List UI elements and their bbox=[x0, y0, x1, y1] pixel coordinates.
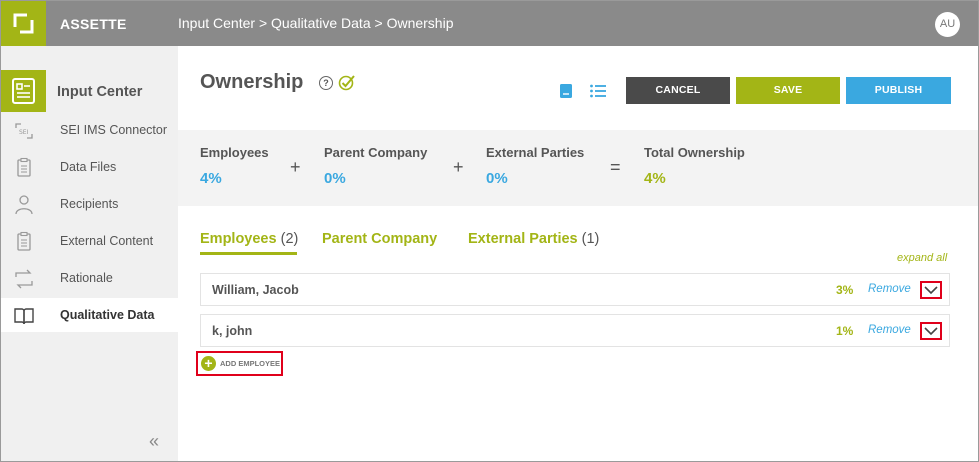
book-icon bbox=[14, 308, 34, 325]
main-content: Ownership ? CANCEL SAVE PUBLISH Employee… bbox=[178, 46, 978, 461]
chevron-down-icon bbox=[924, 286, 938, 295]
sidebar-item-recipients[interactable]: Recipients bbox=[1, 187, 178, 221]
sidebar-item-label: Qualitative Data bbox=[60, 308, 155, 322]
sidebar-item-label: Recipients bbox=[60, 197, 119, 211]
remove-link[interactable]: Remove bbox=[868, 324, 911, 336]
top-bar: ASSETTE Input Center > Qualitative Data … bbox=[1, 1, 978, 46]
sidebar-item-label: SEI IMS Connector bbox=[60, 123, 167, 137]
tab-count: (1) bbox=[581, 231, 600, 247]
external-content-icon bbox=[17, 231, 31, 251]
employee-percentage: 1% bbox=[836, 324, 854, 338]
publish-button[interactable]: PUBLISH bbox=[846, 77, 951, 104]
summary-employees-label: Employees bbox=[200, 145, 269, 160]
tab-label: External Parties bbox=[468, 231, 578, 247]
check-circle-icon bbox=[338, 75, 355, 91]
sidebar: Input Center SEI SEI IMS Connector Data … bbox=[1, 46, 178, 461]
tab-employees[interactable]: Employees (2) bbox=[200, 231, 298, 247]
avatar[interactable]: AU bbox=[935, 12, 960, 37]
expand-all-link[interactable]: expand all bbox=[897, 252, 947, 264]
employee-name: k, john bbox=[212, 324, 253, 338]
input-center-icon bbox=[1, 70, 46, 112]
tab-count: (2) bbox=[280, 231, 299, 247]
summary-external-value: 0% bbox=[486, 170, 508, 187]
rationale-icon bbox=[15, 269, 33, 289]
sidebar-item-label: Rationale bbox=[60, 271, 113, 285]
plus-sign: + bbox=[290, 157, 301, 177]
plus-sign: + bbox=[453, 157, 464, 177]
active-tab-indicator bbox=[200, 252, 297, 255]
sidebar-item-sei-ims-connector[interactable]: SEI SEI IMS Connector bbox=[1, 113, 178, 147]
sidebar-item-label: External Content bbox=[60, 234, 154, 248]
summary-external-label: External Parties bbox=[486, 145, 585, 160]
summary-parent-label: Parent Company bbox=[324, 145, 428, 160]
tab-external-parties[interactable]: External Parties (1) bbox=[468, 231, 599, 247]
help-icon[interactable]: ? bbox=[319, 76, 333, 90]
data-files-icon bbox=[17, 157, 31, 177]
expand-row-button[interactable] bbox=[920, 322, 942, 340]
employee-percentage: 3% bbox=[836, 283, 854, 297]
plus-circle-icon: + bbox=[201, 356, 216, 371]
list-view-icon[interactable] bbox=[590, 84, 606, 98]
employee-name: William, Jacob bbox=[212, 283, 299, 297]
svg-text:SEI: SEI bbox=[19, 129, 29, 136]
collapse-sidebar-icon[interactable]: « bbox=[149, 431, 159, 452]
tab-label: Parent Company bbox=[322, 231, 438, 247]
app-frame: ASSETTE Input Center > Qualitative Data … bbox=[0, 0, 979, 462]
ownership-summary: Employees 4% + Parent Company 0% + Exter… bbox=[178, 130, 978, 206]
list-item[interactable]: William, Jacob 3% Remove bbox=[200, 273, 950, 306]
page-title: Ownership bbox=[200, 71, 304, 93]
equals-sign: = bbox=[610, 157, 621, 177]
add-employee-label: ADD EMPLOYEE bbox=[220, 359, 281, 368]
sidebar-item-qualitative-data[interactable]: Qualitative Data bbox=[1, 298, 178, 332]
cancel-button[interactable]: CANCEL bbox=[626, 77, 730, 104]
breadcrumb: Input Center > Qualitative Data > Owners… bbox=[178, 15, 454, 31]
card-view-icon[interactable] bbox=[560, 84, 572, 98]
list-item[interactable]: k, john 1% Remove bbox=[200, 314, 950, 347]
tab-label: Employees bbox=[200, 231, 277, 247]
recipients-icon bbox=[15, 195, 33, 215]
save-button[interactable]: SAVE bbox=[736, 77, 840, 104]
remove-link[interactable]: Remove bbox=[868, 283, 911, 295]
brand-name: ASSETTE bbox=[60, 16, 127, 32]
sidebar-item-data-files[interactable]: Data Files bbox=[1, 150, 178, 184]
sidebar-item-external-content[interactable]: External Content bbox=[1, 224, 178, 258]
sidebar-item-label: Data Files bbox=[60, 160, 117, 174]
summary-total-value: 4% bbox=[644, 170, 666, 187]
summary-employees-value: 4% bbox=[200, 170, 222, 187]
chevron-down-icon bbox=[924, 327, 938, 336]
sidebar-header[interactable]: Input Center bbox=[1, 70, 178, 112]
sidebar-item-rationale[interactable]: Rationale bbox=[1, 261, 178, 295]
expand-row-button[interactable] bbox=[920, 281, 942, 299]
logo[interactable] bbox=[1, 1, 46, 46]
summary-total-label: Total Ownership bbox=[644, 145, 745, 160]
summary-parent-value: 0% bbox=[324, 170, 346, 187]
logo-icon bbox=[13, 13, 34, 34]
sei-connector-icon: SEI bbox=[15, 123, 33, 139]
add-employee-button[interactable]: + ADD EMPLOYEE bbox=[196, 351, 283, 376]
tab-parent-company[interactable]: Parent Company bbox=[322, 231, 437, 247]
sidebar-header-label: Input Center bbox=[57, 84, 143, 100]
